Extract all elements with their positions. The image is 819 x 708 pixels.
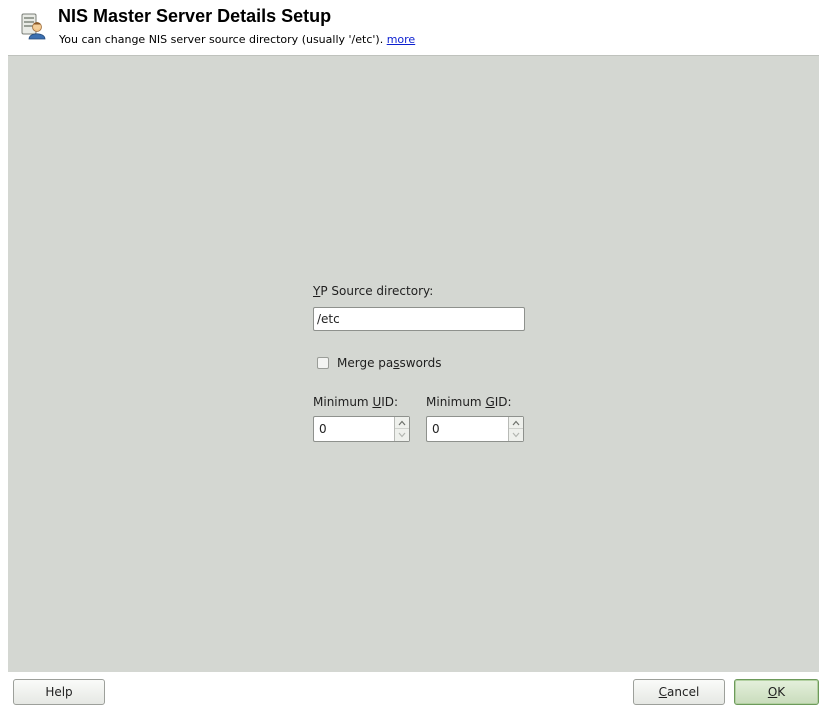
nis-master-setup-window: NIS Master Server Details Setup You can … — [0, 0, 819, 708]
cancel-button[interactable]: Cancel — [633, 679, 725, 705]
merge-passwords-checkbox[interactable] — [317, 357, 329, 369]
minimum-gid-increment-button[interactable] — [509, 417, 523, 429]
minimum-uid-input[interactable] — [317, 421, 381, 437]
min-uid-pre: Minimum — [313, 395, 373, 409]
ok-button[interactable]: OK — [734, 679, 819, 705]
page-title: NIS Master Server Details Setup — [58, 6, 332, 26]
chevron-up-icon — [512, 420, 520, 425]
chevron-down-icon — [512, 432, 520, 438]
yp-source-label-text: P Source directory: — [320, 284, 434, 298]
min-gid-pre: Minimum — [426, 395, 486, 409]
min-gid-post: ID: — [494, 395, 512, 409]
cancel-label-text: ancel — [667, 685, 700, 699]
page-subtitle: You can change NIS server source directo… — [59, 33, 415, 46]
minimum-gid-label: Minimum GID: — [426, 395, 512, 409]
yp-source-directory-label: YP Source directory: — [313, 284, 433, 298]
minimum-uid-spinbox[interactable] — [313, 416, 410, 442]
ok-accel: O — [767, 685, 778, 699]
minimum-uid-increment-button[interactable] — [395, 417, 409, 429]
yp-source-directory-input[interactable] — [313, 307, 525, 331]
minimum-uid-spin-buttons — [394, 417, 409, 441]
chevron-down-icon — [398, 432, 406, 438]
minimum-gid-decrement-button[interactable] — [509, 429, 523, 441]
min-uid-post: ID: — [381, 395, 399, 409]
min-uid-accel: U — [372, 395, 382, 409]
more-link[interactable]: more — [387, 33, 416, 46]
chevron-up-icon — [398, 420, 406, 425]
help-button[interactable]: Help — [13, 679, 105, 705]
merge-label-post: swords — [399, 356, 442, 370]
ok-label-text: K — [777, 685, 786, 699]
merge-label-pre: Merge pa — [337, 356, 394, 370]
subtitle-text: You can change NIS server source directo… — [59, 33, 387, 46]
server-setup-icon — [19, 12, 47, 40]
header: NIS Master Server Details Setup You can … — [0, 0, 819, 55]
minimum-gid-spinbox[interactable] — [426, 416, 524, 442]
min-gid-accel: G — [485, 395, 495, 409]
minimum-gid-spin-buttons — [508, 417, 523, 441]
minimum-uid-label: Minimum UID: — [313, 395, 398, 409]
minimum-gid-input[interactable] — [430, 421, 494, 437]
merge-passwords-label[interactable]: Merge passwords — [337, 356, 442, 370]
cancel-accel: C — [658, 685, 668, 699]
minimum-uid-decrement-button[interactable] — [395, 429, 409, 441]
